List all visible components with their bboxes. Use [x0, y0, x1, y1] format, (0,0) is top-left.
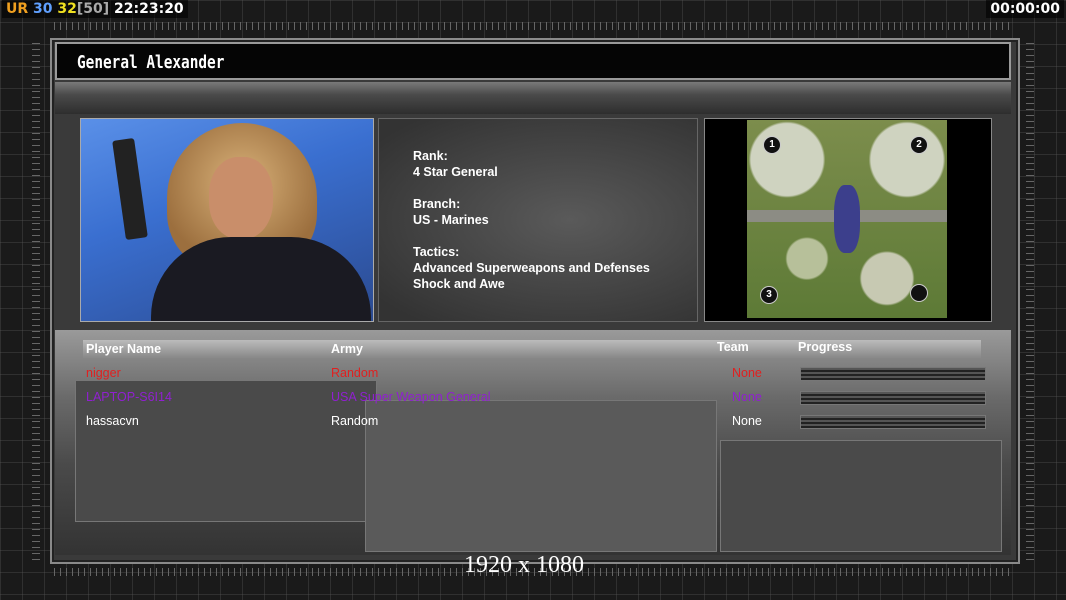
- hud-value-2: 32: [57, 1, 77, 17]
- header-progress: Progress: [798, 340, 853, 354]
- player-army: Random: [331, 366, 379, 380]
- tank-art-right: [720, 440, 1002, 552]
- ruler-top: [54, 22, 1012, 30]
- hud-label: UR: [6, 1, 29, 17]
- player-progress-bar: [800, 415, 986, 429]
- player-army: Random: [331, 414, 379, 428]
- branch-value: US - Marines: [413, 213, 489, 227]
- player-army: USA Super Weapon General: [331, 390, 491, 404]
- player-progress-bar: [800, 367, 986, 381]
- hud-value-1: 30: [33, 1, 53, 17]
- hud-timer: 00:00:00: [986, 0, 1064, 18]
- title-bar: General Alexander: [55, 42, 1011, 80]
- player-name: LAPTOP-S6I14: [86, 390, 172, 404]
- resolution-label: 1920 x 1080: [464, 552, 584, 578]
- spawn-marker-2: 2: [910, 136, 928, 154]
- rank-value: 4 Star General: [413, 165, 498, 179]
- spawn-marker-4: [910, 284, 928, 302]
- hud-clock: 22:23:20: [114, 1, 184, 17]
- general-name: General Alexander: [77, 52, 225, 73]
- tactics-value-2: Shock and Awe: [413, 277, 505, 291]
- player-name: nigger: [86, 366, 121, 380]
- tank-art-center: [365, 400, 717, 552]
- header-player-name: Player Name: [86, 342, 162, 356]
- rank-label: Rank:: [413, 149, 448, 163]
- player-team: None: [732, 390, 762, 404]
- general-info: Rank: 4 Star General Branch: US - Marine…: [413, 148, 650, 292]
- header-team: Team: [717, 340, 749, 354]
- hud-value-3: [50]: [76, 1, 110, 17]
- portrait-face: [209, 157, 273, 239]
- hud-stats: UR 30 32[50] 22:23:20: [2, 0, 188, 18]
- player-name: hassacvn: [86, 414, 139, 428]
- player-progress-bar: [800, 391, 986, 405]
- spawn-marker-3: 3: [760, 286, 778, 304]
- ruler-left: [32, 40, 40, 560]
- general-portrait: [80, 118, 374, 322]
- player-team: None: [732, 366, 762, 380]
- spawn-marker-1: 1: [763, 136, 781, 154]
- header-army: Army: [331, 342, 363, 356]
- pistol-icon: [112, 137, 148, 241]
- minimap-river: [834, 185, 860, 253]
- branch-label: Branch:: [413, 197, 461, 211]
- players-area: [55, 330, 1011, 555]
- tactics-value-1: Advanced Superweapons and Defenses: [413, 261, 650, 275]
- header-band: [55, 82, 1011, 114]
- ruler-right: [1026, 40, 1034, 560]
- tactics-label: Tactics:: [413, 245, 460, 259]
- player-team: None: [732, 414, 762, 428]
